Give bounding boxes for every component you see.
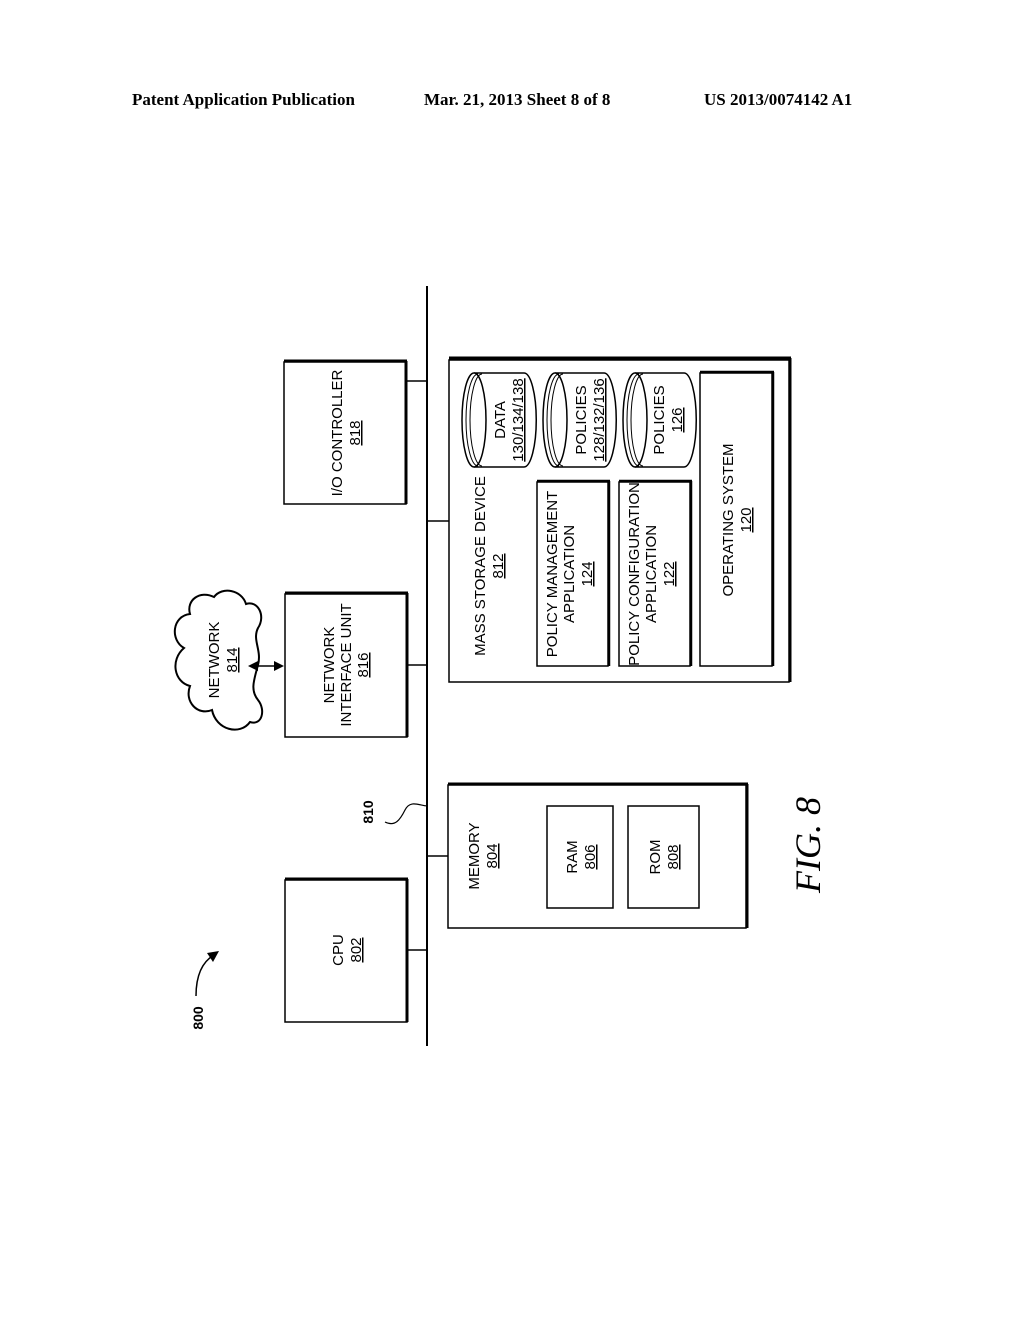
- database-data-ref: 130/134/138: [510, 378, 527, 461]
- system-ref-label: 800: [190, 1006, 206, 1030]
- network-interface-block: NETWORK INTERFACE UNIT 816: [284, 591, 427, 738]
- rom-label: ROM: [647, 840, 664, 875]
- ram-label: RAM: [564, 840, 581, 873]
- io-controller-block: I/O CONTROLLER 818: [283, 359, 427, 505]
- database-policies-b: POLICIES 126: [622, 372, 698, 468]
- database-policies-b-ref: 126: [669, 407, 686, 432]
- database-policies-a-ref: 128/132/136: [591, 378, 608, 461]
- figure-8-diagram: I/O CONTROLLER 818 NETWORK INTERFACE UNI…: [174, 286, 828, 1046]
- policy-management-application-block: POLICY MANAGEMENT APPLICATION 124: [536, 479, 611, 667]
- policy-configuration-ref: 122: [661, 561, 678, 586]
- bus-ref-label: 810: [360, 800, 376, 824]
- policy-configuration-label-2: APPLICATION: [643, 525, 660, 623]
- ram-ref: 806: [582, 844, 599, 869]
- arrow-icon: [207, 951, 219, 962]
- network-interface-label-2: INTERFACE UNIT: [338, 603, 355, 726]
- rom-block: ROM 808: [627, 805, 700, 909]
- network-interface-label-1: NETWORK: [321, 627, 338, 704]
- memory-ref: 804: [484, 843, 501, 868]
- policy-management-label-1: POLICY MANAGEMENT: [544, 491, 561, 657]
- cpu-ref: 802: [348, 937, 365, 962]
- policy-management-ref: 124: [579, 561, 596, 586]
- policy-configuration-application-block: POLICY CONFIGURATION APPLICATION 122: [618, 479, 693, 667]
- mass-storage-label: MASS STORAGE DEVICE: [472, 476, 489, 656]
- network-label: NETWORK: [206, 622, 223, 699]
- system-reference: 800: [190, 951, 219, 1030]
- bus-reference: 810: [360, 800, 428, 825]
- rom-ref: 808: [665, 844, 682, 869]
- operating-system-label: OPERATING SYSTEM: [720, 443, 737, 596]
- network-cloud: NETWORK 814: [174, 589, 264, 731]
- database-policies-a-label: POLICIES: [573, 385, 590, 454]
- cpu-label: CPU: [330, 934, 347, 966]
- ram-block: RAM 806: [546, 805, 614, 909]
- io-controller-ref: 818: [347, 420, 364, 445]
- figure-label: FIG. 8: [788, 797, 828, 894]
- database-policies-b-label: POLICIES: [651, 385, 668, 454]
- policy-configuration-label-1: POLICY CONFIGURATION: [626, 482, 643, 666]
- database-data-label: DATA: [492, 401, 509, 439]
- policy-management-label-2: APPLICATION: [561, 525, 578, 623]
- operating-system-ref: 120: [738, 507, 755, 532]
- mass-storage-ref: 812: [490, 553, 507, 578]
- network-ref: 814: [224, 647, 241, 672]
- cpu-block: CPU 802: [284, 877, 427, 1023]
- database-data: DATA 130/134/138: [461, 372, 538, 468]
- database-policies-a: POLICIES 128/132/136: [542, 372, 618, 468]
- memory-label: MEMORY: [466, 822, 483, 889]
- operating-system-block: OPERATING SYSTEM 120: [699, 370, 775, 667]
- network-interface-ref: 816: [355, 652, 372, 677]
- io-controller-label: I/O CONTROLLER: [329, 369, 346, 496]
